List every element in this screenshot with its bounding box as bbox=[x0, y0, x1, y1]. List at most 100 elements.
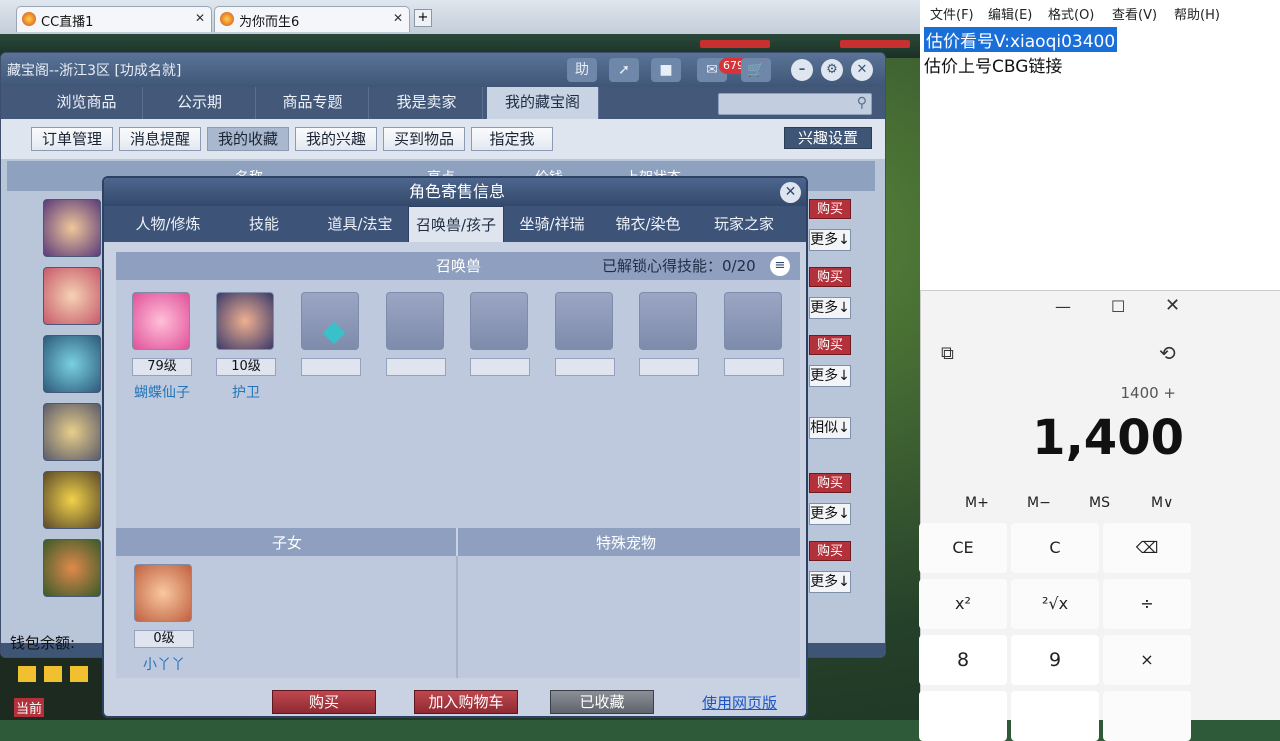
dialog-title: 角色寄售信息 bbox=[104, 178, 806, 206]
pet-name[interactable]: 护卫 bbox=[206, 382, 286, 402]
add-to-cart-button[interactable]: 加入购物车 bbox=[414, 690, 518, 714]
nav-tab-my-cbg[interactable]: 我的藏宝阁 bbox=[487, 87, 599, 119]
sqrt-key[interactable]: ²√x bbox=[1011, 579, 1099, 629]
memory-list-button[interactable]: M∨ bbox=[1151, 495, 1173, 511]
menu-file[interactable]: 文件(F) bbox=[930, 4, 974, 23]
memory-add-button[interactable]: M+ bbox=[965, 495, 989, 511]
history-icon[interactable]: ⟲ bbox=[1159, 341, 1176, 365]
gem-icon bbox=[322, 321, 346, 345]
more-button[interactable]: 更多↓ bbox=[809, 503, 851, 525]
buy-button[interactable]: 购买 bbox=[809, 267, 851, 287]
tab-character[interactable]: 人物/修炼 bbox=[120, 206, 216, 242]
clear-entry-key[interactable]: CE bbox=[919, 523, 1007, 573]
close-icon[interactable]: ✕ bbox=[1165, 295, 1180, 316]
purchased-button[interactable]: 买到物品 bbox=[383, 127, 465, 151]
cc-favicon-icon bbox=[22, 12, 36, 26]
tab-skills[interactable]: 技能 bbox=[216, 206, 312, 242]
maximize-icon[interactable]: ☐ bbox=[1111, 297, 1125, 316]
designated-button[interactable]: 指定我 bbox=[471, 127, 553, 151]
list-icon[interactable]: ≡ bbox=[770, 256, 790, 276]
more-button[interactable]: 更多↓ bbox=[809, 571, 851, 593]
interest-settings-button[interactable]: 兴趣设置 bbox=[784, 127, 872, 149]
close-tab-icon[interactable]: ✕ bbox=[195, 11, 205, 25]
child-name[interactable]: 小丫丫 bbox=[124, 654, 204, 674]
pet-slot-empty bbox=[386, 292, 444, 350]
buy-button[interactable]: 购买 bbox=[809, 335, 851, 355]
tab-items[interactable]: 道具/法宝 bbox=[312, 206, 408, 242]
minimize-icon[interactable]: – bbox=[791, 59, 813, 81]
notepad-line-selected[interactable]: 估价看号V:xiaoqi03400 bbox=[924, 27, 1118, 52]
search-input[interactable]: ⚲ bbox=[718, 93, 872, 115]
buy-button[interactable]: 购买 bbox=[809, 541, 851, 561]
buy-button[interactable]: 购买 bbox=[272, 690, 376, 714]
share-icon[interactable]: ➚ bbox=[609, 58, 639, 82]
cart-icon[interactable]: 🛒 bbox=[741, 58, 771, 82]
tab-outfits[interactable]: 锦衣/染色 bbox=[600, 206, 696, 242]
settings-icon[interactable]: ⚙ bbox=[821, 59, 843, 81]
favorited-button[interactable]: 已收藏 bbox=[550, 690, 654, 714]
buy-button[interactable]: 购买 bbox=[809, 199, 851, 219]
memory-subtract-button[interactable]: M− bbox=[1027, 495, 1051, 511]
nav-tab-seller[interactable]: 我是卖家 bbox=[371, 87, 483, 119]
window-title: 藏宝阁--浙江3区 [功成名就] bbox=[7, 63, 182, 79]
tab-mounts[interactable]: 坐骑/祥瑞 bbox=[504, 206, 600, 242]
digit-8-key[interactable]: 8 bbox=[919, 635, 1007, 685]
minus-key[interactable] bbox=[1103, 691, 1191, 741]
browser-tab-cc[interactable]: CC直播1 ✕ bbox=[16, 6, 212, 32]
child-portrait[interactable] bbox=[134, 564, 192, 622]
dialog-close-icon[interactable]: ✕ bbox=[780, 182, 801, 203]
favorites-button[interactable]: 我的收藏 bbox=[207, 127, 289, 151]
pet-portrait-butterfly-fairy[interactable] bbox=[132, 292, 190, 350]
buy-button[interactable]: 购买 bbox=[809, 473, 851, 493]
memory-store-button[interactable]: MS bbox=[1089, 495, 1110, 511]
minimize-icon[interactable]: — bbox=[1055, 297, 1071, 316]
item-avatar[interactable] bbox=[43, 267, 101, 325]
item-avatar[interactable] bbox=[43, 199, 101, 257]
current-channel-label[interactable]: 当前 bbox=[14, 698, 45, 717]
multiply-key[interactable]: × bbox=[1103, 635, 1191, 685]
pet-portrait-guard[interactable] bbox=[216, 292, 274, 350]
record-icon[interactable]: ■ bbox=[651, 58, 681, 82]
arrow-up-icon[interactable] bbox=[44, 666, 62, 682]
interests-button[interactable]: 我的兴趣 bbox=[295, 127, 377, 151]
notepad-line[interactable]: 估价上号CBG链接 bbox=[924, 52, 1062, 77]
close-icon[interactable]: ✕ bbox=[851, 59, 873, 81]
menu-edit[interactable]: 编辑(E) bbox=[988, 4, 1032, 23]
more-button[interactable]: 更多↓ bbox=[809, 365, 851, 387]
item-sword-icon[interactable] bbox=[43, 403, 101, 461]
keep-on-top-icon[interactable]: ⧉ bbox=[941, 343, 954, 364]
item-bow-icon[interactable] bbox=[43, 335, 101, 393]
web-version-link[interactable]: 使用网页版 bbox=[702, 692, 777, 713]
digit-5-key[interactable] bbox=[919, 691, 1007, 741]
menu-help[interactable]: 帮助(H) bbox=[1174, 4, 1220, 23]
item-staff-icon[interactable] bbox=[43, 471, 101, 529]
divide-key[interactable]: ÷ bbox=[1103, 579, 1191, 629]
new-tab-button[interactable]: + bbox=[414, 9, 432, 27]
close-tab-icon[interactable]: ✕ bbox=[393, 11, 403, 25]
search-icon[interactable]: ⚲ bbox=[857, 95, 867, 111]
more-button[interactable]: 更多↓ bbox=[809, 229, 851, 251]
orders-button[interactable]: 订单管理 bbox=[31, 127, 113, 151]
tab-summons[interactable]: 召唤兽/孩子 bbox=[408, 206, 504, 242]
pet-name[interactable]: 蝴蝶仙子 bbox=[122, 382, 202, 402]
item-pet-icon[interactable] bbox=[43, 539, 101, 597]
nav-tab-topics[interactable]: 商品专题 bbox=[257, 87, 369, 119]
tab-home[interactable]: 玩家之家 bbox=[696, 206, 792, 242]
summons-label: 召唤兽 bbox=[436, 257, 482, 275]
assist-button[interactable]: 助 bbox=[567, 58, 597, 82]
arrow-left-icon[interactable] bbox=[18, 666, 36, 682]
nav-tab-browse[interactable]: 浏览商品 bbox=[31, 87, 143, 119]
nav-tab-public[interactable]: 公示期 bbox=[144, 87, 256, 119]
backspace-key[interactable]: ⌫ bbox=[1103, 523, 1191, 573]
digit-9-key[interactable]: 9 bbox=[1011, 635, 1099, 685]
clear-key[interactable]: C bbox=[1011, 523, 1099, 573]
browser-tab-game[interactable]: 为你而生6 ✕ bbox=[214, 6, 410, 32]
arrow-down-icon[interactable] bbox=[70, 666, 88, 682]
square-key[interactable]: x² bbox=[919, 579, 1007, 629]
menu-format[interactable]: 格式(O) bbox=[1048, 4, 1094, 23]
similar-button[interactable]: 相似↓ bbox=[809, 417, 851, 439]
notifications-button[interactable]: 消息提醒 bbox=[119, 127, 201, 151]
digit-6-key[interactable] bbox=[1011, 691, 1099, 741]
menu-view[interactable]: 查看(V) bbox=[1112, 4, 1157, 23]
more-button[interactable]: 更多↓ bbox=[809, 297, 851, 319]
